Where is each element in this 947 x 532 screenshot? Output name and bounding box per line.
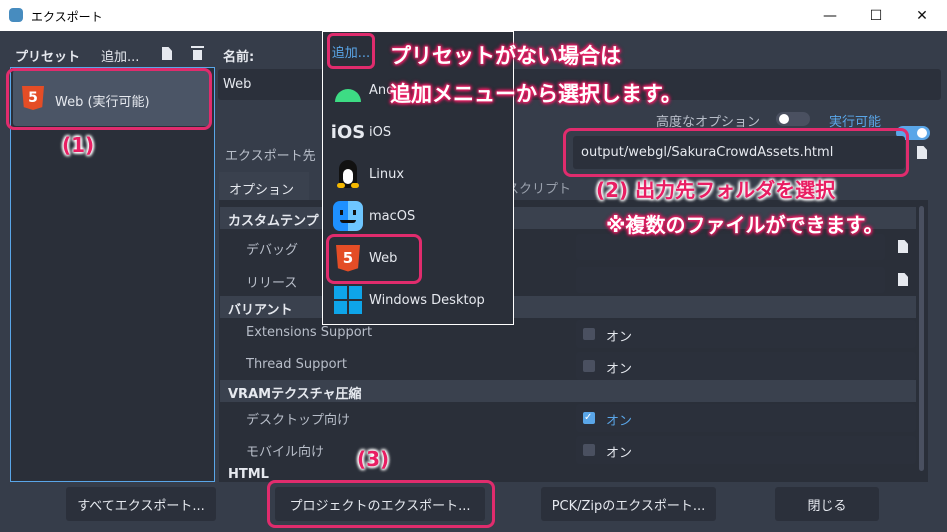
- option-release-label: リリース: [246, 276, 298, 291]
- options-scrollbar[interactable]: [919, 206, 924, 471]
- desktop-vram-check[interactable]: オン: [576, 404, 916, 432]
- menu-item-label: iOS: [369, 124, 392, 140]
- minimize-button[interactable]: —: [807, 0, 853, 31]
- name-label: 名前:: [223, 50, 255, 65]
- presets-label: プリセット: [15, 50, 81, 65]
- annotation-2: (2) 出力先フォルダを選択: [596, 178, 836, 202]
- export-path-label: エクスポート先: [225, 149, 316, 164]
- add-preset-button[interactable]: 追加...: [101, 46, 139, 65]
- section-label: バリアント: [228, 303, 293, 318]
- section-label: カスタムテンプ: [228, 214, 319, 229]
- checkbox-label: オン: [606, 362, 633, 377]
- tab-options-label: オプション: [229, 183, 295, 198]
- annotation-top-line2: 追加メニューから選択します。: [390, 82, 682, 106]
- export-pck-button[interactable]: PCK/Zipのエクスポート...: [541, 487, 716, 521]
- window-title: エクスポート: [31, 10, 103, 24]
- godot-icon: [9, 8, 23, 22]
- tab-options[interactable]: オプション: [219, 172, 309, 200]
- section-html-label: HTML: [228, 467, 269, 480]
- name-input-value: Web: [223, 77, 252, 92]
- tab-script[interactable]: スクリプト: [506, 178, 571, 197]
- maximize-button[interactable]: ☐: [853, 0, 899, 31]
- android-icon: [333, 75, 363, 105]
- title-bar: エクスポート — ☐ ✕: [0, 0, 947, 31]
- close-window-button[interactable]: ✕: [899, 0, 945, 31]
- trash-icon[interactable]: [191, 46, 204, 60]
- checkbox-checked-icon: [583, 412, 595, 424]
- menu-item-label: Linux: [369, 166, 405, 182]
- macos-icon: [333, 201, 363, 231]
- highlight-box-1: [6, 68, 212, 130]
- option-mobile-label: モバイル向け: [246, 445, 325, 460]
- checkbox-label: オン: [606, 330, 633, 345]
- option-extensions-label: Extensions Support: [246, 325, 373, 340]
- menu-item-windows[interactable]: Windows Desktop: [326, 279, 498, 321]
- checkbox-icon: [583, 328, 595, 340]
- mobile-vram-check[interactable]: オン: [576, 436, 916, 464]
- highlight-box-2: [563, 128, 909, 177]
- checkbox-icon: [583, 360, 595, 372]
- checkbox-icon: [583, 444, 595, 456]
- extensions-support-check[interactable]: オン: [576, 320, 916, 348]
- linux-icon: [333, 159, 363, 189]
- option-thread-label: Thread Support: [246, 357, 347, 372]
- checkbox-label: オン: [606, 414, 633, 429]
- add-menu-button-label: 追加...: [331, 45, 371, 61]
- windows-icon: [333, 285, 363, 315]
- option-desktop-label: デスクトップ向け: [246, 413, 351, 428]
- ios-icon: iOS: [330, 121, 366, 143]
- section-vram: VRAMテクスチャ圧縮: [220, 380, 916, 402]
- close-dialog-button[interactable]: 閉じる: [775, 487, 879, 521]
- annotation-1: (1): [62, 133, 95, 157]
- release-template-input[interactable]: [576, 267, 885, 293]
- menu-item-label: macOS: [369, 208, 416, 224]
- export-all-button[interactable]: すべてエクスポート...: [66, 487, 216, 521]
- option-debug-label: デバッグ: [246, 243, 299, 258]
- thread-support-check[interactable]: オン: [576, 352, 916, 380]
- menu-item-linux[interactable]: Linux: [326, 153, 498, 195]
- section-label: VRAMテクスチャ圧縮: [228, 387, 362, 402]
- menu-item-ios[interactable]: iOS iOS: [326, 111, 498, 153]
- menu-item-label: Windows Desktop: [369, 292, 485, 308]
- menu-item-macos[interactable]: macOS: [326, 195, 498, 237]
- add-menu-button[interactable]: 追加...: [327, 33, 375, 69]
- advanced-options-toggle[interactable]: [776, 112, 810, 126]
- highlight-box-web: [326, 234, 422, 284]
- highlight-box-3: [267, 480, 495, 528]
- annotation-3: (3): [357, 447, 390, 471]
- annotation-top-line1: プリセットがない場合は: [390, 44, 621, 68]
- checkbox-label: オン: [606, 446, 633, 461]
- annotation-2-note: ※複数のファイルができます。: [606, 213, 884, 237]
